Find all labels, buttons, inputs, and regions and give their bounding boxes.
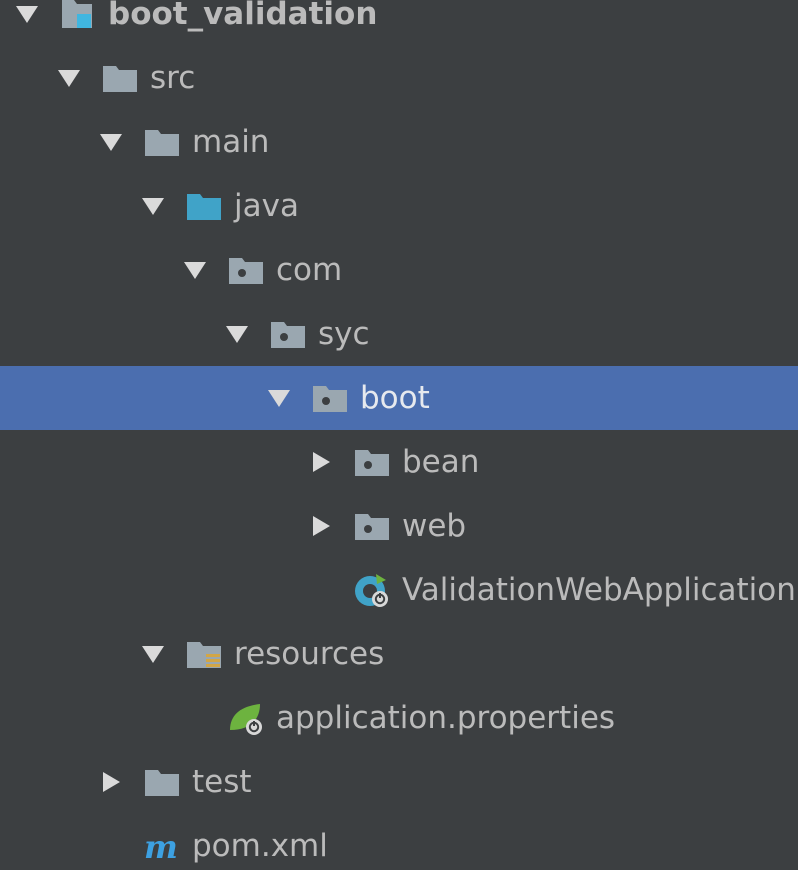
package-icon: [352, 444, 392, 480]
tree-row-main[interactable]: main: [0, 110, 798, 174]
tree-row-test[interactable]: test: [0, 750, 798, 814]
tree-item-label: boot_validation: [108, 0, 378, 32]
tree-row-boot[interactable]: boot: [0, 366, 798, 430]
tree-item-label: bean: [402, 444, 480, 480]
expand-arrow-down-icon[interactable]: [140, 194, 166, 218]
folder-icon: [100, 60, 140, 96]
tree-item-label: main: [192, 124, 270, 160]
tree-row-bean[interactable]: bean: [0, 430, 798, 494]
expand-arrow-down-icon[interactable]: [56, 66, 82, 90]
tree-item-label: application.properties: [276, 700, 616, 736]
tree-item-label: ValidationWebApplication: [402, 572, 796, 608]
expand-arrow-down-icon[interactable]: [140, 642, 166, 666]
tree-item-label: test: [192, 764, 252, 800]
tree-row-syc[interactable]: syc: [0, 302, 798, 366]
spring-properties-icon: [226, 700, 266, 736]
svg-text:m: m: [144, 828, 178, 864]
expand-arrow-down-icon[interactable]: [98, 130, 124, 154]
tree-item-label: syc: [318, 316, 370, 352]
project-tree: boot_validation src main java com syc bo…: [0, 0, 798, 870]
tree-row-com[interactable]: com: [0, 238, 798, 302]
folder-icon: [142, 764, 182, 800]
tree-row-java[interactable]: java: [0, 174, 798, 238]
tree-item-label: pom.xml: [192, 828, 328, 864]
expand-arrow-right-icon[interactable]: [308, 450, 334, 474]
source-root-folder-icon: [184, 188, 224, 224]
expand-arrow-down-icon[interactable]: [182, 258, 208, 282]
expand-arrow-right-icon[interactable]: [98, 770, 124, 794]
expand-arrow-right-icon[interactable]: [308, 514, 334, 538]
tree-row-web[interactable]: web: [0, 494, 798, 558]
tree-row-pom-xml[interactable]: m pom.xml: [0, 814, 798, 870]
expand-arrow-down-icon[interactable]: [14, 2, 40, 26]
expand-arrow-down-icon[interactable]: [224, 322, 250, 346]
spring-boot-class-icon: [352, 572, 392, 608]
tree-row-boot-validation[interactable]: boot_validation: [0, 0, 798, 46]
tree-item-label: boot: [360, 380, 430, 416]
tree-item-label: resources: [234, 636, 385, 672]
maven-icon: m: [142, 828, 182, 866]
tree-item-label: src: [150, 60, 196, 96]
project-module-icon: [58, 0, 98, 32]
tree-row-validationwebapplication[interactable]: ValidationWebApplication: [0, 558, 798, 622]
tree-item-label: com: [276, 252, 343, 288]
package-icon: [310, 380, 350, 416]
package-icon: [352, 508, 392, 544]
tree-row-application-properties[interactable]: application.properties: [0, 686, 798, 750]
folder-icon: [142, 124, 182, 160]
expand-arrow-down-icon[interactable]: [266, 386, 292, 410]
tree-row-src[interactable]: src: [0, 46, 798, 110]
tree-row-resources[interactable]: resources: [0, 622, 798, 686]
package-icon: [268, 316, 308, 352]
tree-item-label: web: [402, 508, 467, 544]
package-icon: [226, 252, 266, 288]
resources-folder-icon: [184, 636, 224, 672]
tree-item-label: java: [234, 188, 299, 224]
